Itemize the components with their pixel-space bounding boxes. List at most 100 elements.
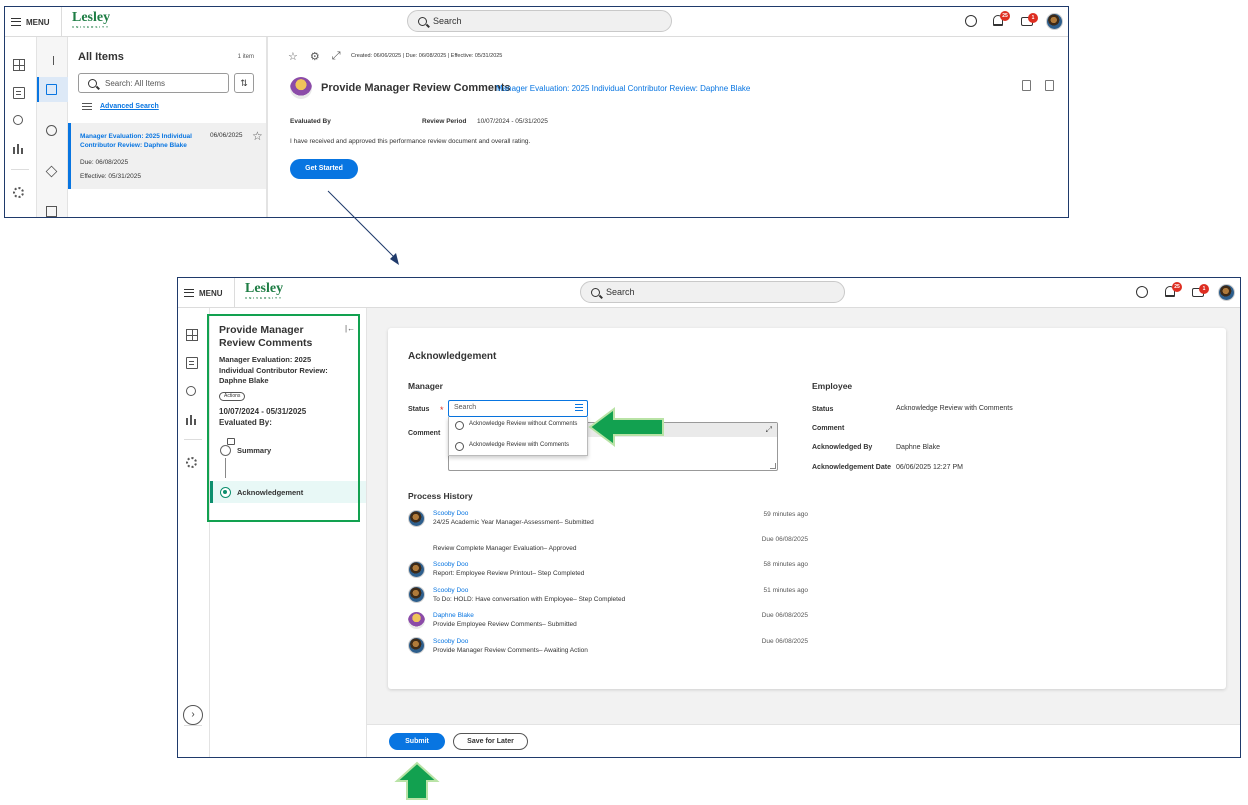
global-search[interactable]: Search [407,10,672,32]
reports-icon[interactable] [13,142,25,154]
nav-divider [184,725,202,726]
inbox-item-card[interactable]: Manager Evaluation: 2025 Individual Cont… [68,123,266,189]
menu-button[interactable]: MENU [184,285,223,301]
menu-label: MENU [199,288,223,298]
reports-icon[interactable] [186,413,198,425]
history-name[interactable]: Daphne Blake [433,612,474,619]
document-icon[interactable] [186,357,198,369]
window-task-form: MENU Lesley UNIVERSITY Search 25 1 › Prov… [177,277,1241,758]
submit-button[interactable]: Submit [389,733,445,750]
archive-icon[interactable] [46,206,57,217]
layers-icon[interactable] [45,165,58,178]
search-icon [88,78,97,88]
history-desc: To Do: HOLD: Have conversation with Empl… [433,596,626,603]
item-meta: Created: 06/06/2025 | Due: 06/08/2025 | … [351,53,503,59]
divider [61,7,62,37]
ack-date-value: 06/06/2025 12:27 PM [896,464,963,471]
inbox-icon[interactable]: 1 [1192,284,1209,297]
required-asterisk: * [440,405,444,415]
employee-status-label: Status [812,406,834,413]
avatar [408,510,425,527]
settings-gear-icon[interactable] [186,457,197,468]
list-icon[interactable] [575,404,583,411]
expand-icon[interactable]: ⤢ [332,50,341,63]
settings-gear-icon[interactable] [13,187,24,198]
inbox-badge: 1 [1199,284,1209,294]
inbox-icon[interactable]: 1 [1021,13,1038,26]
ack-date-label: Acknowledgement Date [812,464,891,471]
radio-icon [455,421,464,430]
items-search-input[interactable]: Search: All Items [78,73,229,93]
notifications-bell-icon[interactable]: 25 [1165,282,1182,297]
items-search-placeholder: Search: All Items [105,78,166,88]
manager-status-label: Status [408,406,430,413]
clipboard-icon[interactable] [46,84,57,95]
menu-button[interactable]: MENU [11,14,50,30]
history-clock-icon[interactable] [46,125,57,136]
user-avatar[interactable] [1218,284,1235,301]
expand-chevron-icon[interactable]: › [183,705,203,725]
chat-icon[interactable] [1136,286,1148,298]
logo-sub: UNIVERSITY [245,296,284,300]
task-link[interactable]: Manager Evaluation: 2025 Individual Cont… [496,84,750,93]
top-bar: MENU Lesley UNIVERSITY Search 25 1 [178,278,1240,308]
get-started-button[interactable]: Get Started [290,159,358,179]
related-actions-icon[interactable] [1022,80,1031,91]
zoom-icon[interactable] [186,386,196,396]
logo-sub: UNIVERSITY [72,25,111,29]
sort-button[interactable]: ⇅ [234,73,254,93]
statement-text: I have received and approved this perfor… [290,138,531,145]
manager-comment-label: Comment [408,430,441,437]
chat-icon[interactable] [965,15,977,27]
items-pane: All Items 1 item Search: All Items ⇅ Adv… [68,37,268,217]
ack-by-label: Acknowledged By [812,444,873,451]
pdf-icon[interactable] [1045,80,1054,91]
nav-divider [11,169,29,170]
gear-icon[interactable]: ⚙ [310,50,320,63]
task-avatar [290,77,312,99]
window-items-view: MENU Lesley UNIVERSITY Search 25 1 All It… [4,6,1069,218]
history-name[interactable]: Scooby Doo [433,587,468,594]
history-time: Due 06/08/2025 [761,536,808,543]
nav-divider [184,439,202,440]
manager-status-input[interactable]: Search [448,400,588,417]
history-desc: 24/25 Academic Year Manager-Assessment– … [433,519,594,526]
item-due: Due: 06/08/2025 [80,159,129,166]
star-icon[interactable]: ☆ [252,129,263,143]
employee-status-value: Acknowledge Review with Comments [896,405,1013,412]
document-icon[interactable] [13,87,25,99]
collapse-icon[interactable] [46,56,54,65]
history-time: 51 minutes ago [763,587,808,594]
task-title: Provide Manager Review Comments [321,82,511,94]
advanced-search-label: Advanced Search [100,103,159,110]
notification-badge: 25 [1000,11,1010,21]
user-avatar[interactable] [1046,13,1063,30]
logo[interactable]: Lesley UNIVERSITY [245,282,283,300]
notification-badge: 25 [1172,282,1182,292]
zoom-icon[interactable] [13,115,23,125]
history-time: 58 minutes ago [763,561,808,568]
hamburger-icon [11,18,21,26]
review-period-value: 10/07/2024 - 05/31/2025 [477,118,548,125]
logo[interactable]: Lesley UNIVERSITY [72,11,110,29]
notifications-bell-icon[interactable]: 25 [993,11,1010,26]
advanced-search-link[interactable]: Advanced Search [82,102,159,111]
dashboard-icon[interactable] [13,59,25,71]
app-nav [178,308,210,757]
history-name[interactable]: Scooby Doo [433,561,468,568]
global-search[interactable]: Search [580,281,845,303]
dashboard-icon[interactable] [186,329,198,341]
save-for-later-button[interactable]: Save for Later [453,733,528,750]
logo-text: Lesley [245,281,284,296]
option-with-comments[interactable]: Acknowledge Review with Comments [455,442,569,451]
logo-text: Lesley [72,10,111,25]
expand-icon[interactable]: ⤢ [766,425,772,435]
history-name[interactable]: Scooby Doo [433,510,468,517]
history-name[interactable]: Scooby Doo [433,638,468,645]
star-icon[interactable]: ☆ [288,50,298,63]
divider [234,278,235,308]
history-desc: Provide Manager Review Comments– Awaitin… [433,647,588,654]
resize-handle[interactable] [770,463,776,469]
task-nav [37,37,68,217]
option-without-comments[interactable]: Acknowledge Review without Comments [455,421,579,430]
